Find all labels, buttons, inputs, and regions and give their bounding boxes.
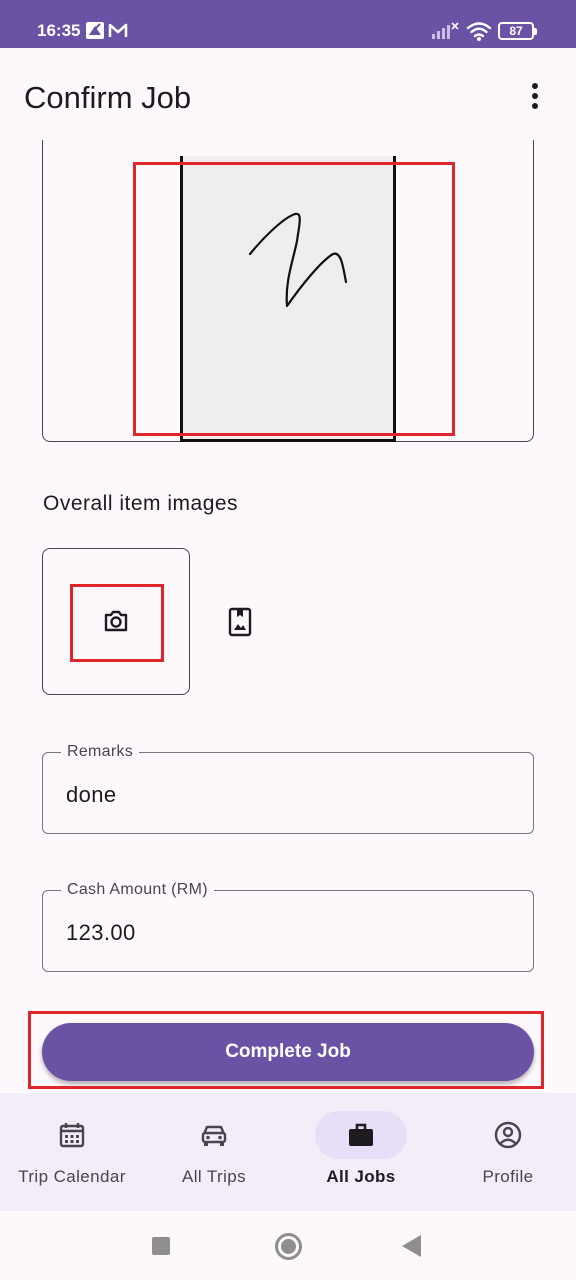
car-icon (201, 1125, 227, 1146)
complete-button-highlight (28, 1011, 544, 1089)
back-icon[interactable] (402, 1235, 421, 1257)
nav-all-jobs[interactable]: All Jobs (289, 1093, 433, 1211)
signature-highlight (133, 162, 455, 436)
status-right-icons (432, 20, 492, 47)
nav-label: Trip Calendar (18, 1167, 126, 1186)
system-nav-bar (0, 1211, 576, 1280)
page-title: Confirm Job (24, 80, 192, 115)
nav-all-trips[interactable]: All Trips (142, 1093, 286, 1211)
nav-label: All Jobs (326, 1167, 396, 1186)
images-section-label: Overall item images (43, 492, 239, 515)
camera-highlight (70, 584, 164, 662)
remarks-field[interactable]: Remarks done (42, 742, 534, 834)
remarks-value[interactable]: done (66, 781, 117, 809)
signal-icon (432, 25, 450, 39)
recents-icon[interactable] (152, 1237, 170, 1255)
briefcase-icon (349, 1123, 373, 1146)
nav-label: All Trips (181, 1167, 247, 1186)
nav-profile[interactable]: Profile (436, 1093, 576, 1211)
remarks-label: Remarks (61, 742, 140, 762)
cash-amount-value[interactable]: 123.00 (66, 919, 136, 947)
account-circle-icon (494, 1121, 522, 1149)
nav-label: Profile (482, 1167, 534, 1186)
cash-amount-field[interactable]: Cash Amount (RM) 123.00 (42, 880, 534, 972)
calendar-icon (59, 1123, 85, 1148)
bottom-nav: Trip Calendar All Trips All Jobs Profile (0, 1093, 576, 1211)
status-bar: 16:35 87 (0, 0, 576, 48)
wifi-icon (466, 22, 492, 38)
gmail-icon (108, 23, 128, 37)
photo-library-icon[interactable] (226, 606, 254, 643)
status-left-icons (86, 21, 130, 46)
more-vert-icon[interactable] (522, 82, 548, 112)
notification-icon (86, 22, 104, 39)
battery-icon: 87 (498, 22, 537, 40)
nav-trip-calendar[interactable]: Trip Calendar (0, 1093, 144, 1211)
home-icon[interactable] (275, 1233, 302, 1260)
status-time: 16:35 (37, 21, 81, 40)
cash-amount-label: Cash Amount (RM) (61, 880, 214, 900)
nav-active-pill (315, 1111, 407, 1159)
